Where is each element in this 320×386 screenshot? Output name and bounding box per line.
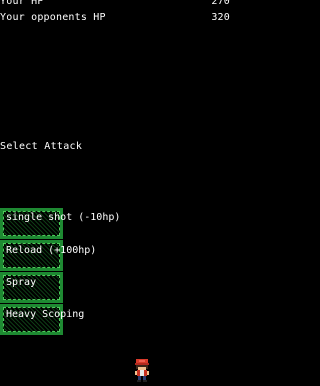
attack-label-spray[interactable]: Spray	[6, 277, 36, 289]
your-hp-row: Your HP 270	[0, 0, 256, 10]
trainer-sprite-icon	[133, 358, 151, 382]
your-hp-label: Your HP	[0, 0, 44, 7]
select-attack-title: Select Attack	[0, 141, 83, 152]
attack-label-heavy-scoping[interactable]: Heavy Scoping	[6, 309, 84, 321]
your-hp-value: 270	[211, 0, 230, 7]
opponent-hp-value: 320	[211, 12, 230, 23]
opponent-hp-row: Your opponents HP 320	[0, 12, 256, 26]
opponent-hp-label: Your opponents HP	[0, 12, 106, 23]
attack-label-single-shot[interactable]: single shot (-10hp)	[6, 212, 120, 224]
attack-label-reload[interactable]: Reload (+100hp)	[6, 245, 96, 257]
